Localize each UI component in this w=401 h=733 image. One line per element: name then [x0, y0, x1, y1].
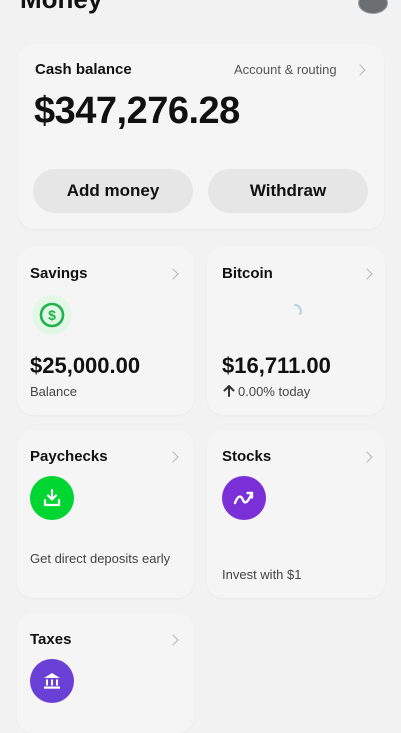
savings-title: Savings — [30, 265, 88, 282]
chevron-right-icon — [167, 268, 179, 280]
paychecks-subtext: Get direct deposits early — [30, 551, 171, 566]
stocks-subtext: Invest with $1 — [222, 567, 302, 582]
chevron-right-icon — [167, 634, 179, 646]
arrow-up-icon — [222, 384, 236, 398]
paychecks-card[interactable]: Paychecks Get direct deposits early — [17, 430, 194, 598]
chevron-right-icon — [361, 268, 373, 280]
avatar[interactable] — [358, 0, 388, 14]
top-bar: Money — [0, 0, 401, 14]
taxes-title: Taxes — [30, 631, 72, 648]
bitcoin-title: Bitcoin — [222, 265, 273, 282]
stocks-title: Stocks — [222, 448, 272, 465]
dollar-circle-icon: $ — [32, 295, 72, 335]
cash-balance-card[interactable]: Cash balance Account & routing $347,276.… — [18, 44, 384, 229]
bank-icon — [30, 659, 74, 703]
add-money-button[interactable]: Add money — [33, 169, 193, 213]
cash-balance-label: Cash balance — [35, 61, 132, 78]
paychecks-title: Paychecks — [30, 448, 108, 465]
stocks-card[interactable]: Stocks Invest with $1 — [207, 430, 385, 598]
download-tray-icon — [30, 476, 74, 520]
page-title: Money — [20, 0, 102, 15]
bitcoin-card[interactable]: Bitcoin $16,711.00 0.00% today — [207, 247, 385, 415]
savings-card[interactable]: Savings $ $25,000.00 Balance — [17, 247, 194, 415]
taxes-card[interactable]: Taxes — [17, 613, 194, 733]
chevron-right-icon — [354, 64, 366, 76]
bitcoin-change: 0.00% today — [238, 384, 311, 399]
account-routing-link[interactable]: Account & routing — [234, 62, 337, 77]
savings-subtext: Balance — [30, 384, 77, 399]
withdraw-button[interactable]: Withdraw — [208, 169, 368, 213]
chevron-right-icon — [167, 451, 179, 463]
cash-balance-amount: $347,276.28 — [34, 90, 240, 132]
trend-up-icon — [222, 476, 266, 520]
chevron-right-icon — [361, 451, 373, 463]
svg-text:$: $ — [48, 307, 56, 323]
savings-amount: $25,000.00 — [30, 353, 141, 378]
bitcoin-amount: $16,711.00 — [222, 353, 331, 378]
loading-spinner-icon — [287, 303, 303, 319]
